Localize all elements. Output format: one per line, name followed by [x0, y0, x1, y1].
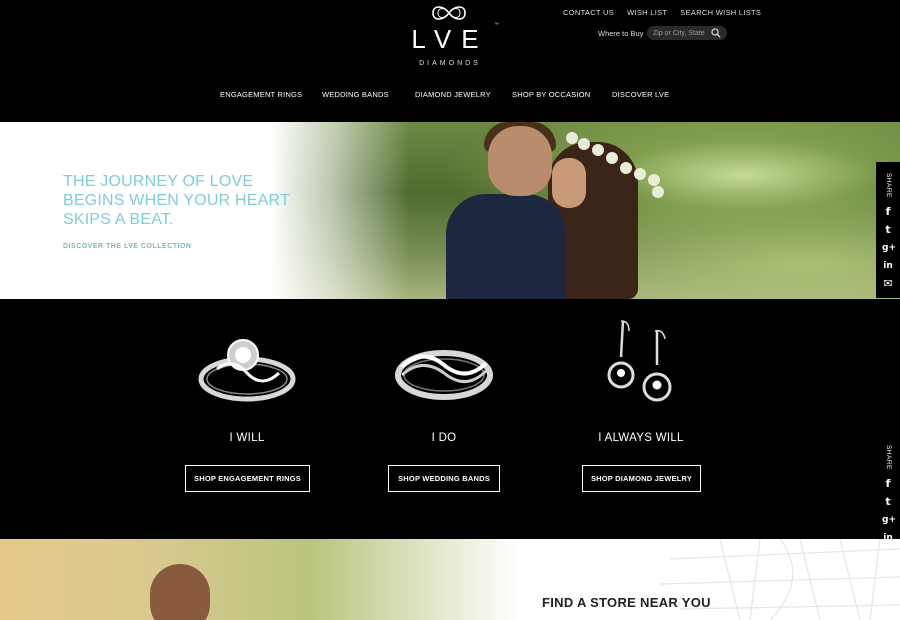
share-label: SHARE	[885, 444, 892, 470]
site-header: LVE ™ DIAMONDS CONTACT US WISH LIST SEAR…	[0, 0, 900, 122]
logo-trademark: ™	[494, 22, 499, 28]
twitter-icon[interactable]: t	[882, 224, 894, 236]
nav-engagement-rings[interactable]: ENGAGEMENT RINGS	[220, 90, 302, 99]
google-plus-icon[interactable]: g+	[882, 514, 896, 526]
lve-logo[interactable]: LVE ™ DIAMONDS	[398, 4, 502, 70]
store-finder-section: FIND A STORE NEAR YOU	[0, 539, 900, 620]
twitter-icon[interactable]: t	[882, 496, 894, 508]
wish-list-link[interactable]: WISH LIST	[627, 8, 667, 17]
infinity-logo-icon	[432, 6, 466, 20]
search-wish-lists-link[interactable]: SEARCH WISH LISTS	[680, 8, 761, 17]
email-icon[interactable]: ✉	[882, 278, 894, 290]
facebook-icon[interactable]: f	[882, 206, 894, 218]
facebook-icon[interactable]: f	[882, 478, 894, 490]
nav-discover-lve[interactable]: DISCOVER LVE	[612, 90, 669, 99]
shop-diamond-jewelry-button[interactable]: SHOP DIAMOND JEWELRY	[582, 465, 701, 492]
share-bar: SHARE f t g+ in ✉	[876, 162, 900, 298]
engagement-ring-image[interactable]	[197, 317, 297, 412]
google-plus-icon[interactable]: g+	[882, 242, 896, 254]
hero-photo-detail	[552, 158, 586, 208]
product-card: I DO SHOP WEDDING BANDS	[344, 299, 544, 539]
product-name: I WILL	[229, 432, 265, 444]
wedding-band-image[interactable]	[394, 317, 494, 412]
main-nav: ENGAGEMENT RINGS WEDDING BANDS DIAMOND J…	[0, 90, 900, 102]
share-label: SHARE	[885, 172, 892, 198]
utility-links: CONTACT US WISH LIST SEARCH WISH LISTS	[563, 8, 761, 17]
product-card: I WILL SHOP ENGAGEMENT RINGS	[147, 299, 347, 539]
nav-diamond-jewelry[interactable]: DIAMOND JEWELRY	[415, 90, 491, 99]
contact-us-link[interactable]: CONTACT US	[563, 8, 614, 17]
hero-banner: THE JOURNEY OF LOVE BEGINS WHEN YOUR HEA…	[0, 122, 900, 299]
hero-title: THE JOURNEY OF LOVE BEGINS WHEN YOUR HEA…	[63, 173, 290, 228]
product-card: I ALWAYS WILL SHOP DIAMOND JEWELRY	[541, 299, 741, 539]
nav-shop-by-occasion[interactable]: SHOP BY OCCASION	[512, 90, 590, 99]
discover-collection-link[interactable]: DISCOVER THE LVE COLLECTION	[63, 243, 192, 250]
store-search-box	[647, 26, 727, 40]
store-finder-photo-detail	[150, 564, 210, 620]
linkedin-icon[interactable]: in	[882, 260, 894, 272]
logo-subtitle: DIAMONDS	[419, 60, 481, 67]
shop-engagement-rings-button[interactable]: SHOP ENGAGEMENT RINGS	[185, 465, 310, 492]
diamond-earrings-image[interactable]	[591, 317, 691, 412]
zip-city-input[interactable]	[653, 27, 709, 39]
where-to-buy-label: Where to Buy	[598, 29, 644, 38]
hero-photo-detail	[446, 194, 566, 299]
hero-photo-detail	[488, 126, 552, 196]
shop-wedding-bands-button[interactable]: SHOP WEDDING BANDS	[388, 465, 500, 492]
search-icon[interactable]	[711, 28, 721, 38]
logo-wordmark: LVE	[411, 24, 489, 54]
product-name: I DO	[431, 432, 457, 444]
product-name: I ALWAYS WILL	[598, 432, 684, 444]
product-showcase: I WILL SHOP ENGAGEMENT RINGS I DO SHOP W…	[0, 299, 900, 539]
nav-wedding-bands[interactable]: WEDDING BANDS	[322, 90, 389, 99]
find-store-title: FIND A STORE NEAR YOU	[542, 595, 711, 610]
